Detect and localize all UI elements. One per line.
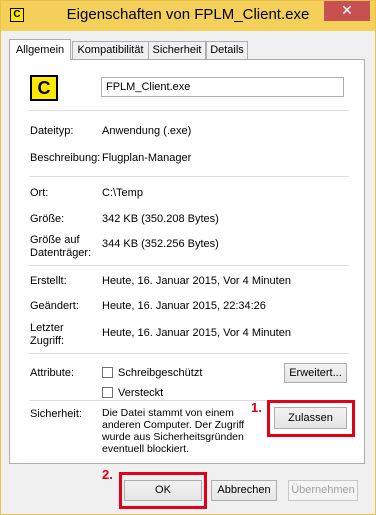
separator [29, 265, 349, 266]
security-text-line2: anderen Computer. Der Zugriff [102, 419, 245, 431]
tab-details[interactable]: Details [206, 41, 248, 59]
separator [29, 353, 349, 354]
groesse-value: 342 KB (350.208 Bytes) [102, 213, 219, 225]
annotation-highlight-unblock [267, 400, 355, 437]
cancel-button[interactable]: Abbrechen [211, 480, 277, 501]
separator [29, 110, 349, 111]
ort-value: C:\Temp [102, 187, 143, 199]
groesse-datentraeger-label-line2: Datenträger: [30, 247, 92, 259]
apply-button[interactable]: Übernehmen [288, 480, 358, 501]
groesse-datentraeger-label-line1: Größe auf [30, 234, 80, 246]
zugriff-value: Heute, 16. Januar 2015, Vor 4 Minuten [102, 327, 291, 339]
close-button[interactable]: ✕ [324, 1, 370, 21]
title-bar[interactable]: C Eigenschaften von FPLM_Client.exe ✕ [1, 1, 375, 31]
close-icon: ✕ [341, 3, 353, 19]
erstellt-value: Heute, 16. Januar 2015, Vor 4 Minuten [102, 275, 291, 287]
attribute-label: Attribute: [30, 367, 75, 379]
window-title: Eigenschaften von FPLM_Client.exe [66, 6, 310, 23]
erstellt-label: Erstellt: [30, 275, 67, 287]
application-icon: C [30, 75, 58, 101]
beschreibung-label: Beschreibung: [30, 152, 101, 164]
annotation-highlight-ok [119, 472, 207, 509]
sicherheit-label: Sicherheit: [30, 408, 82, 420]
annotation-step-2: 2. [102, 467, 113, 482]
annotation-step-1: 1. [251, 400, 262, 415]
tab-kompatibilitaet[interactable]: Kompatibilität [72, 41, 149, 59]
groesse-label: Größe: [30, 213, 65, 225]
hidden-checkbox[interactable] [102, 387, 113, 398]
ort-label: Ort: [30, 187, 49, 199]
zugriff-label-line1: Letzter [30, 322, 64, 334]
security-text-line1: Die Datei stammt von einem [102, 407, 234, 419]
readonly-label: Schreibgeschützt [118, 367, 203, 379]
dateityp-value: Anwendung (.exe) [102, 125, 192, 137]
filename-field[interactable]: FPLM_Client.exe [101, 77, 344, 97]
zugriff-label-line2: Zugriff: [30, 335, 65, 347]
tab-allgemein[interactable]: Allgemein [9, 39, 71, 60]
properties-dialog: C Eigenschaften von FPLM_Client.exe ✕ Al… [0, 0, 376, 515]
readonly-checkbox[interactable] [102, 367, 113, 378]
groesse-datentraeger-value: 344 KB (352.256 Bytes) [102, 238, 219, 250]
beschreibung-value: Flugplan-Manager [102, 152, 192, 164]
security-text-line3: wurde aus Sicherheitsgründen [102, 431, 244, 443]
geaendert-label: Geändert: [30, 300, 79, 312]
separator [29, 176, 349, 177]
advanced-attributes-button[interactable]: Erweitert... [284, 363, 347, 383]
hidden-label: Versteckt [118, 387, 164, 399]
security-text-line4: eventuell blockiert. [102, 443, 189, 455]
geaendert-value: Heute, 16. Januar 2015, 22:34:26 [102, 300, 266, 312]
tab-sicherheit[interactable]: Sicherheit [148, 41, 206, 59]
dateityp-label: Dateityp: [30, 125, 74, 137]
